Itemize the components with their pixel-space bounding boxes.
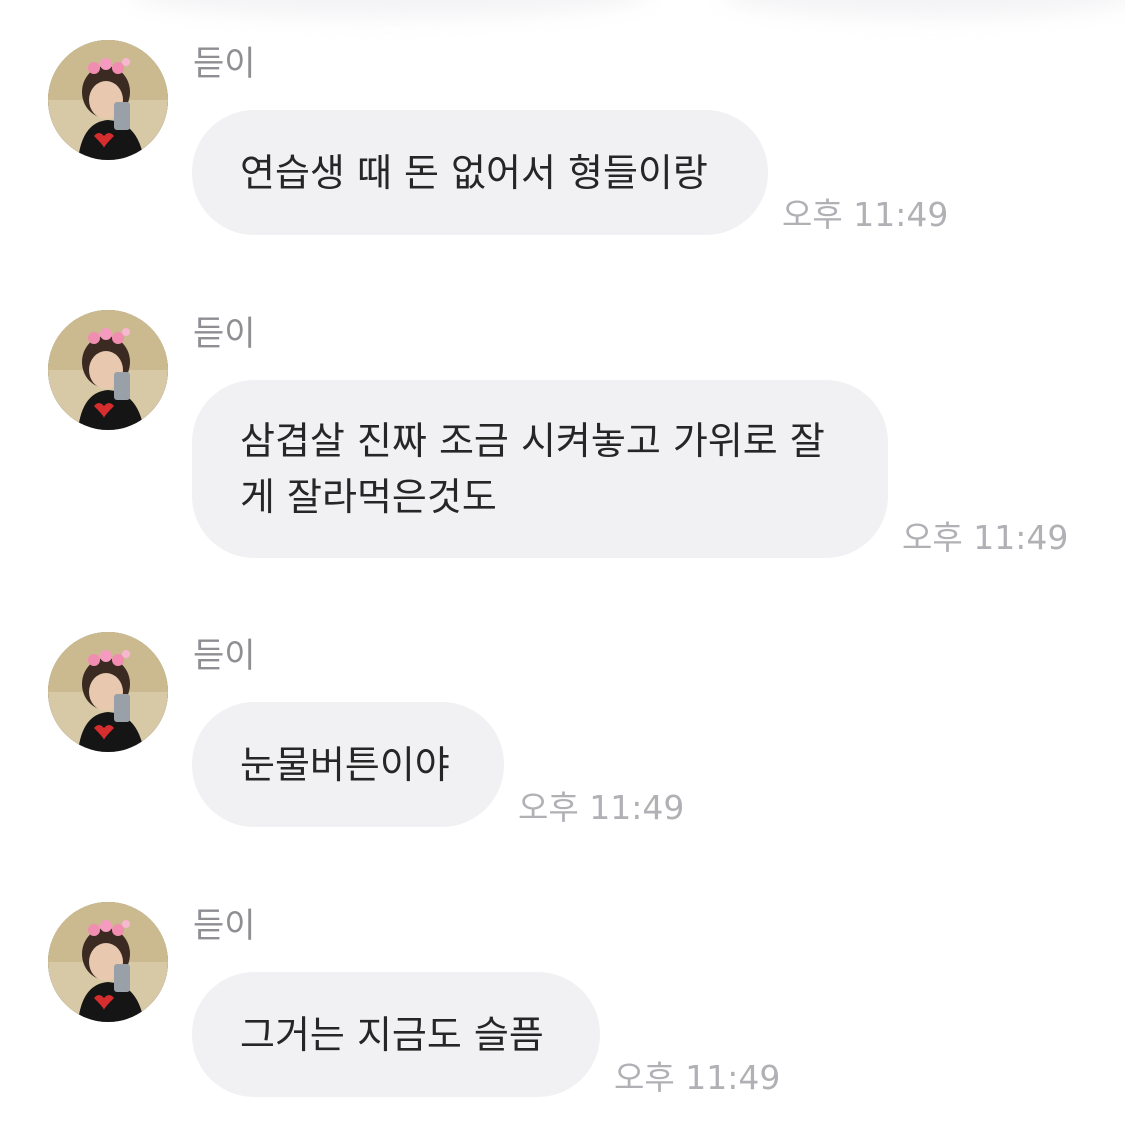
avatar-photo-icon <box>48 40 168 160</box>
avatar[interactable] <box>48 310 168 430</box>
message-bubble[interactable]: 연습생 때 돈 없어서 형들이랑 <box>192 110 768 235</box>
top-edge-shadow <box>720 0 1125 18</box>
message-text: 그거는 지금도 슬픔 <box>240 1012 544 1057</box>
message-text: 삼겹살 진짜 조금 시켜놓고 가위로 잘 게 잘라먹은것도 <box>240 419 825 519</box>
sender-name: 듣이 <box>193 314 256 354</box>
avatar-photo-icon <box>48 632 168 752</box>
top-edge-shadow <box>130 0 650 18</box>
message-bubble[interactable]: 그거는 지금도 슬픔 <box>192 972 600 1097</box>
message-time: 오후 11:49 <box>614 1058 781 1097</box>
avatar[interactable] <box>48 902 168 1022</box>
sender-name: 듣이 <box>193 906 256 946</box>
message-time: 오후 11:49 <box>782 195 949 234</box>
message-time: 오후 11:49 <box>518 788 685 827</box>
avatar[interactable] <box>48 40 168 160</box>
sender-name: 듣이 <box>193 44 256 84</box>
avatar-photo-icon <box>48 902 168 1022</box>
message-bubble[interactable]: 삼겹살 진짜 조금 시켜놓고 가위로 잘 게 잘라먹은것도 <box>192 380 888 558</box>
sender-name: 듣이 <box>193 636 256 676</box>
message-time: 오후 11:49 <box>902 518 1069 557</box>
message-text: 연습생 때 돈 없어서 형들이랑 <box>240 150 708 195</box>
message-text: 눈물버튼이야 <box>240 742 450 787</box>
avatar[interactable] <box>48 632 168 752</box>
message-bubble[interactable]: 눈물버튼이야 <box>192 702 504 827</box>
avatar-photo-icon <box>48 310 168 430</box>
